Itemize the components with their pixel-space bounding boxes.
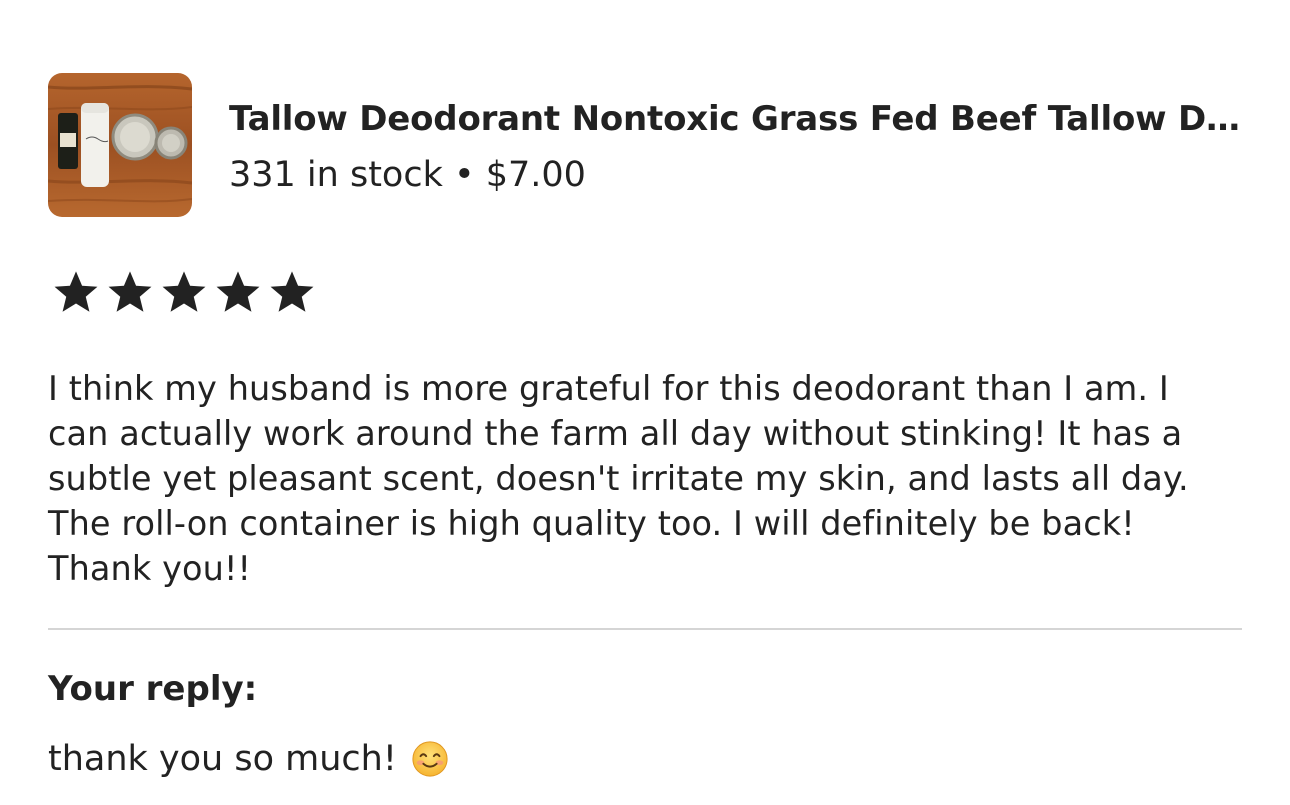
- star-icon: [270, 271, 314, 312]
- reply-heading: Your reply:: [48, 669, 258, 709]
- review-text: I think my husband is more grateful for …: [48, 369, 1189, 588]
- star-icon: [54, 271, 98, 312]
- product-photo-icon: [48, 73, 192, 217]
- divider: [48, 628, 1242, 630]
- product-summary: Tallow Deodorant Nontoxic Grass Fed Beef…: [48, 73, 1248, 217]
- reply-text: thank you so much!: [48, 739, 397, 779]
- star-icon: [216, 271, 260, 312]
- product-thumbnail[interactable]: [48, 73, 192, 217]
- star-rating: [50, 266, 318, 318]
- star-icon: [108, 271, 152, 312]
- smiling-face-emoji-icon: [412, 741, 448, 777]
- star-icon: [162, 271, 206, 312]
- product-stock-price: 331 in stock • $7.00: [229, 155, 586, 195]
- reply-body: thank you so much!: [48, 736, 449, 782]
- product-title[interactable]: Tallow Deodorant Nontoxic Grass Fed Beef…: [229, 97, 1241, 141]
